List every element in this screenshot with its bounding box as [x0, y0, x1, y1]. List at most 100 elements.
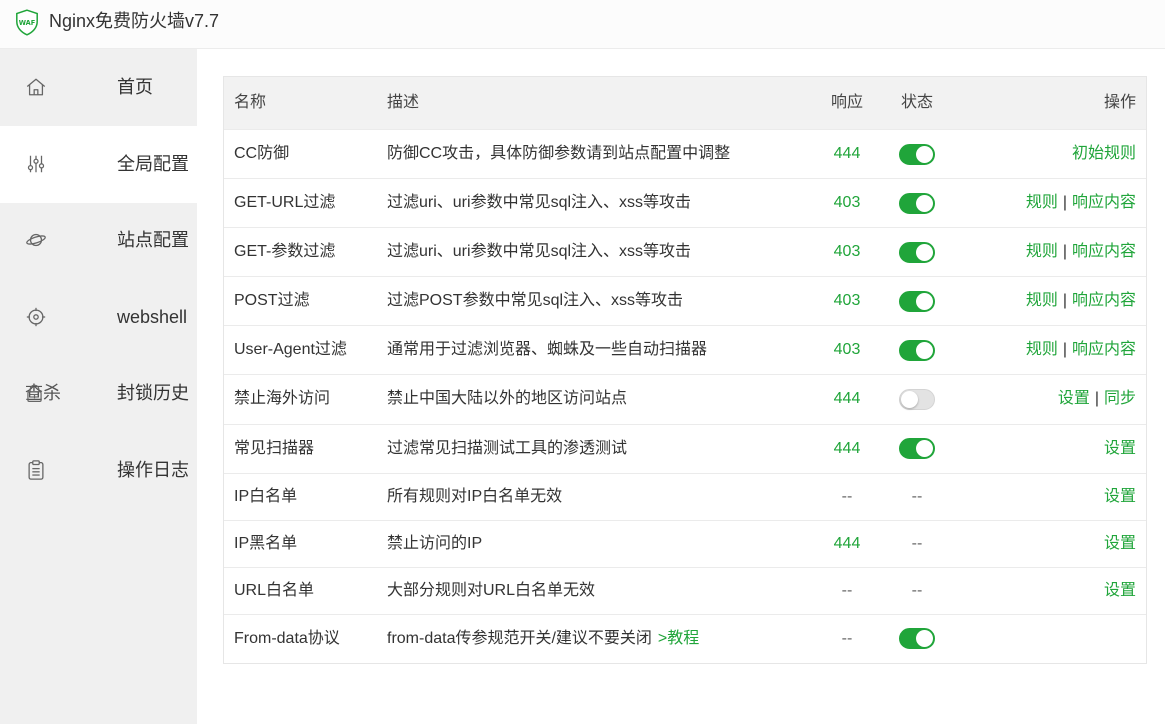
rules-link[interactable]: 规则 [1026, 292, 1058, 309]
status-text: -- [911, 581, 923, 599]
settings-link[interactable]: 设置 [1104, 582, 1136, 599]
rule-description: 禁止中国大陆以外的地区访问站点 [387, 390, 628, 408]
rule-description: 过滤uri、uri参数中常见sql注入、xss等攻击 [387, 194, 692, 212]
sidebar-item-label: 站点配置 [117, 230, 189, 250]
response-content-link[interactable]: 响应内容 [1072, 194, 1136, 211]
tutorial-link[interactable]: >教程 [658, 630, 699, 647]
actions-cell: 设置 [1104, 425, 1136, 473]
status-toggle[interactable] [899, 628, 935, 650]
home-icon [25, 76, 47, 98]
sidebar: 首页 全局配置 站点配置 webshell 查杀 封锁历史 操作日志 [0, 49, 197, 724]
waf-shield-logo: WAF [16, 9, 38, 36]
rules-link[interactable]: 规则 [1026, 243, 1058, 260]
response-code[interactable]: 444 [812, 130, 882, 178]
rule-description: 过滤POST参数中常见sql注入、xss等攻击 [387, 292, 684, 310]
rule-description: from-data传参规范开关/建议不要关闭 [387, 629, 652, 647]
table-row: 常见扫描器 过滤常见扫描测试工具的渗透测试 444 设置 [224, 423, 1146, 473]
separator: | [1062, 243, 1067, 261]
table-row: URL白名单 大部分规则对URL白名单无效 -- -- 设置 [224, 566, 1146, 614]
rules-link[interactable]: 规则 [1026, 341, 1058, 358]
planet-icon [25, 229, 47, 251]
sidebar-item-label: 首页 [117, 77, 153, 97]
actions-cell: 规则 | 响应内容 [1026, 179, 1136, 227]
response-code: -- [841, 581, 853, 599]
rule-description: 大部分规则对URL白名单无效 [387, 581, 596, 599]
sidebar-item-webshell[interactable]: webshell [0, 279, 197, 356]
status-text: -- [911, 534, 923, 552]
actions-cell: 设置 [1104, 474, 1136, 520]
status-toggle[interactable] [899, 290, 935, 312]
initial-rules-link[interactable]: 初始规则 [1072, 145, 1136, 162]
status-toggle[interactable] [899, 339, 935, 361]
actions-cell: 规则 | 响应内容 [1026, 326, 1136, 374]
sidebar-item-label: 封锁历史 [117, 383, 189, 403]
status-toggle[interactable] [899, 143, 935, 165]
rule-name: URL白名单 [234, 581, 315, 599]
rule-name: POST过滤 [234, 292, 310, 310]
status-toggle[interactable] [899, 389, 935, 411]
status-cell [882, 277, 952, 325]
response-content-link[interactable]: 响应内容 [1072, 243, 1136, 260]
table-row: GET-URL过滤 过滤uri、uri参数中常见sql注入、xss等攻击 403… [224, 178, 1146, 227]
column-header-status: 状态 [900, 94, 933, 111]
separator: | [1062, 341, 1067, 359]
rule-description: 防御CC攻击，具体防御参数请到站点配置中调整 [387, 145, 731, 162]
sidebar-item-operation-log[interactable]: 操作日志 [0, 432, 197, 509]
status-cell [882, 228, 952, 276]
sync-link[interactable]: 同步 [1104, 390, 1136, 407]
table-row: IP黑名单 禁止访问的IP 444 -- 设置 [224, 519, 1146, 567]
window-title: Nginx免费防火墙v7.7 [49, 11, 220, 31]
actions-cell: 初始规则 [1072, 130, 1136, 178]
separator: | [1094, 390, 1099, 408]
actions-cell: 设置 [1104, 521, 1136, 567]
settings-link[interactable]: 设置 [1058, 390, 1090, 407]
rule-name: CC防御 [234, 145, 290, 162]
column-header-response: 响应 [830, 94, 863, 111]
rule-description: 过滤uri、uri参数中常见sql注入、xss等攻击 [387, 243, 692, 261]
rule-name: GET-URL过滤 [234, 194, 336, 212]
response-code: -- [841, 629, 853, 647]
separator: | [1062, 194, 1067, 212]
sidebar-item-home[interactable]: 首页 [0, 49, 197, 126]
actions-cell: 规则 | 响应内容 [1026, 277, 1136, 325]
status-cell [882, 375, 952, 423]
response-code[interactable]: 403 [812, 277, 882, 325]
settings-link[interactable]: 设置 [1104, 535, 1136, 552]
response-code[interactable]: 403 [812, 228, 882, 276]
table-header: 名称 描述 响应 状态 操作 [224, 77, 1146, 129]
column-header-name: 名称 [234, 94, 267, 111]
actions-cell: 设置 | 同步 [1058, 375, 1136, 423]
sidebar-item-label: webshell [117, 307, 188, 327]
status-toggle[interactable] [899, 241, 935, 263]
column-header-actions: 操作 [1103, 94, 1136, 111]
sidebar-item-block-history[interactable]: 查杀 封锁历史 [0, 355, 197, 432]
separator: | [1062, 292, 1067, 310]
status-text: -- [911, 487, 923, 505]
title-bar: WAF Nginx免费防火墙v7.7 [0, 0, 1165, 49]
response-code[interactable]: 444 [812, 375, 882, 423]
sidebar-item-global-config[interactable]: 全局配置 [0, 126, 197, 203]
rule-description: 通常用于过滤浏览器、蜘蛛及一些自动扫描器 [387, 341, 708, 359]
response-code[interactable]: 444 [812, 521, 882, 567]
status-cell [882, 615, 952, 663]
sidebar-item-site-config[interactable]: 站点配置 [0, 202, 197, 279]
response-code: -- [841, 487, 853, 505]
response-content-link[interactable]: 响应内容 [1072, 292, 1136, 309]
response-content-link[interactable]: 响应内容 [1072, 341, 1136, 358]
status-toggle[interactable] [899, 438, 935, 460]
table-row: POST过滤 过滤POST参数中常见sql注入、xss等攻击 403 规则 | 响应… [224, 276, 1146, 325]
status-cell [882, 130, 952, 178]
sidebar-item-label: 全局配置 [117, 154, 189, 174]
table-row: CC防御 防御CC攻击，具体防御参数请到站点配置中调整 444 初始规则 [224, 129, 1146, 178]
status-toggle[interactable] [899, 192, 935, 214]
rule-name: GET-参数过滤 [234, 243, 336, 261]
response-code[interactable]: 403 [812, 179, 882, 227]
table-row: 禁止海外访问 禁止中国大陆以外的地区访问站点 444 设置 | 同步 [224, 374, 1146, 423]
settings-link[interactable]: 设置 [1104, 440, 1136, 457]
rules-link[interactable]: 规则 [1026, 194, 1058, 211]
rule-name: 常见扫描器 [234, 439, 315, 457]
table-row: IP白名单 所有规则对IP白名单无效 -- -- 设置 [224, 472, 1146, 520]
response-code[interactable]: 403 [812, 326, 882, 374]
settings-link[interactable]: 设置 [1104, 488, 1136, 505]
response-code[interactable]: 444 [812, 425, 882, 473]
